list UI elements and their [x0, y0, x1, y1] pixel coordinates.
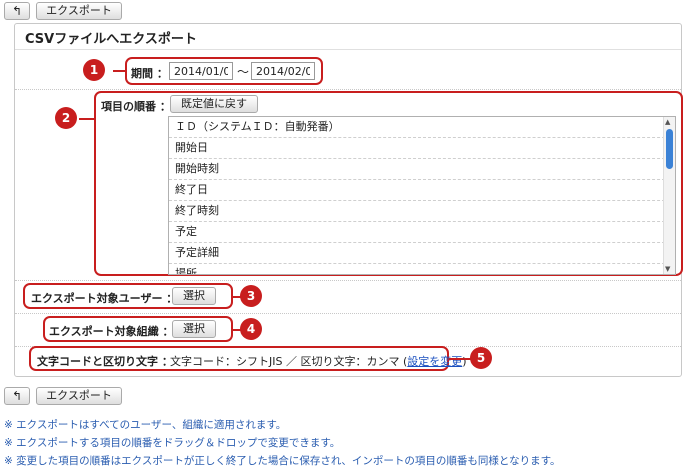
- note-text: ※ エクスポートする項目の順番をドラッグ＆ドロップで変更できます。: [4, 437, 341, 449]
- bottom-toolbar: ↰ エクスポート: [4, 387, 122, 405]
- scroll-down-icon[interactable]: ▼: [665, 265, 670, 273]
- select-orgs-button[interactable]: 選択: [172, 320, 216, 338]
- back-arrow-icon: ↰: [11, 4, 23, 18]
- back-button-bottom[interactable]: ↰: [4, 387, 30, 405]
- column-order-list[interactable]: ＩＤ（システムＩＤ：自動発番） 開始日 開始時刻 終了日 終了時刻 予定 予定詳…: [168, 116, 676, 275]
- annotation-badge-5: 5: [470, 347, 492, 369]
- list-item[interactable]: 開始日: [169, 138, 675, 159]
- annotation-badge-3: 3: [240, 285, 262, 307]
- annotation-badge-2: 2: [55, 107, 77, 129]
- back-button[interactable]: ↰: [4, 2, 30, 20]
- title-divider: [15, 49, 681, 50]
- list-item[interactable]: 終了日: [169, 180, 675, 201]
- scroll-up-icon[interactable]: ▲: [665, 118, 670, 126]
- list-item[interactable]: 開始時刻: [169, 159, 675, 180]
- list-item[interactable]: 場所: [169, 264, 675, 274]
- change-settings-link[interactable]: 設定を変更: [407, 355, 462, 368]
- charset-label: 文字コードと区切り文字 ：: [37, 355, 173, 368]
- period-label: 期間 ：: [131, 67, 168, 80]
- annotation-leader-5: [449, 358, 471, 360]
- annotation-badge-4: 4: [240, 318, 262, 340]
- back-arrow-icon: ↰: [11, 389, 23, 403]
- top-toolbar: ↰ エクスポート: [4, 2, 122, 20]
- charset-value: 文字コード：シフトJIS ／ 区切り文字：カンマ (設定を変更): [170, 353, 467, 369]
- list-item[interactable]: 予定詳細: [169, 243, 675, 264]
- annotation-badge-1: 1: [83, 59, 105, 81]
- export-panel: CSVファイルへエクスポート 1 期間 ： 〜 2 項目の順番 ： 既定値に戻す…: [14, 23, 683, 377]
- list-item[interactable]: ＩＤ（システムＩＤ：自動発番）: [169, 117, 675, 138]
- list-item[interactable]: 終了時刻: [169, 201, 675, 222]
- export-button-bottom[interactable]: エクスポート: [36, 387, 122, 405]
- list-item[interactable]: 予定: [169, 222, 675, 243]
- page-title: CSVファイルへエクスポート: [25, 32, 197, 47]
- period-end-input[interactable]: [251, 62, 315, 80]
- note-text: ※ 変更した項目の順番はエクスポートが正しく終了した場合に保存され、インポートの…: [4, 455, 561, 467]
- notes: ※ エクスポートはすべてのユーザー、組織に適用されます。 ※ エクスポートする項…: [4, 416, 561, 470]
- target-orgs-label: エクスポート対象組織 ：: [49, 325, 174, 338]
- row-divider: [15, 280, 681, 281]
- row-divider: [15, 89, 681, 90]
- scroll-thumb[interactable]: [666, 129, 673, 169]
- export-button[interactable]: エクスポート: [36, 2, 122, 20]
- period-tilde: 〜: [237, 65, 250, 79]
- note-text: ※ エクスポートはすべてのユーザー、組織に適用されます。: [4, 419, 287, 431]
- row-divider: [15, 313, 681, 314]
- annotation-leader-2: [79, 118, 95, 120]
- list-scrollbar[interactable]: ▲ ▼: [663, 117, 675, 274]
- charset-close-paren: ): [462, 355, 467, 368]
- period-start-input[interactable]: [169, 62, 233, 80]
- target-users-label: エクスポート対象ユーザー ：: [31, 292, 178, 305]
- charset-text: 文字コード：シフトJIS ／ 区切り文字：カンマ (: [170, 355, 408, 368]
- reset-order-button[interactable]: 既定値に戻す: [170, 95, 258, 113]
- order-label: 項目の順番 ：: [101, 100, 171, 113]
- select-users-button[interactable]: 選択: [172, 287, 216, 305]
